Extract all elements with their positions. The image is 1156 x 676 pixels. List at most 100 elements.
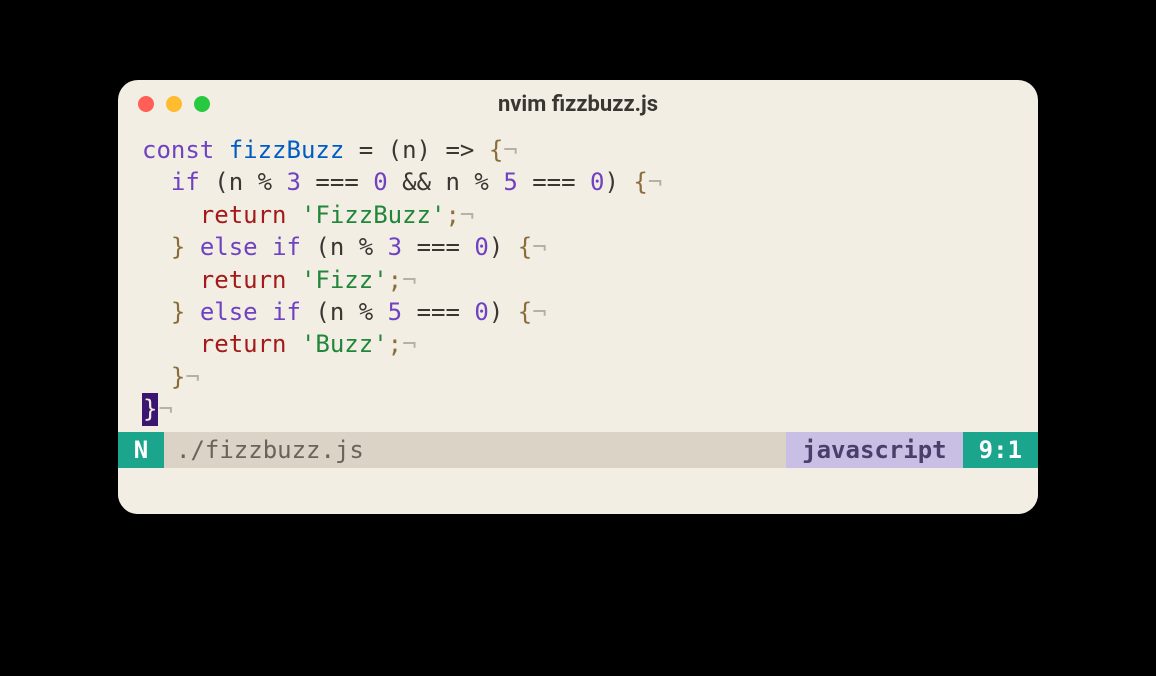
code-token: [142, 168, 171, 196]
code-token: [373, 298, 387, 326]
code-token: ): [604, 168, 633, 196]
code-token: {: [489, 136, 503, 164]
code-token: }: [142, 393, 158, 425]
code-token: else: [200, 298, 258, 326]
code-token: ¬: [532, 233, 546, 261]
code-token: [474, 136, 488, 164]
code-token: [373, 233, 387, 261]
code-token: 0: [373, 168, 387, 196]
code-token: ===: [315, 168, 358, 196]
code-token: [142, 298, 171, 326]
code-token: [359, 168, 373, 196]
statusbar-position: 9:1: [963, 432, 1038, 468]
maximize-icon[interactable]: [194, 96, 210, 112]
code-token: 3: [287, 168, 301, 196]
traffic-lights: [138, 96, 210, 112]
code-token: 0: [474, 298, 488, 326]
code-token: }: [171, 298, 185, 326]
code-token: [388, 168, 402, 196]
code-token: [287, 330, 301, 358]
code-token: 0: [474, 233, 488, 261]
code-token: (n: [301, 233, 359, 261]
code-token: ): [489, 233, 518, 261]
code-token: &&: [402, 168, 431, 196]
code-token: ;: [445, 201, 459, 229]
window-padding: [118, 468, 1038, 514]
code-token: %: [474, 168, 488, 196]
code-token: n: [431, 168, 474, 196]
code-token: 'Fizz': [301, 266, 388, 294]
code-token: [287, 201, 301, 229]
code-token: [185, 233, 199, 261]
code-token: [142, 363, 171, 391]
code-token: [344, 136, 358, 164]
code-token: fizzBuzz: [229, 136, 345, 164]
code-token: ;: [388, 266, 402, 294]
code-token: [301, 168, 315, 196]
code-token: ): [489, 298, 518, 326]
code-token: ¬: [648, 168, 662, 196]
code-token: %: [258, 168, 272, 196]
code-token: [272, 168, 286, 196]
code-token: if: [272, 298, 301, 326]
code-token: }: [171, 233, 185, 261]
code-token: ¬: [503, 136, 517, 164]
code-token: [460, 298, 474, 326]
code-token: return: [200, 201, 287, 229]
code-token: if: [272, 233, 301, 261]
minimize-icon[interactable]: [166, 96, 182, 112]
code-token: ¬: [402, 330, 416, 358]
code-line: }¬: [142, 361, 1014, 393]
code-token: [489, 168, 503, 196]
code-token: return: [200, 266, 287, 294]
code-line: } else if (n % 3 === 0) {¬: [142, 231, 1014, 263]
code-token: ===: [532, 168, 575, 196]
code-token: }: [171, 363, 185, 391]
code-token: 0: [590, 168, 604, 196]
code-editor[interactable]: const fizzBuzz = (n) => {¬ if (n % 3 ===…: [118, 124, 1038, 426]
code-token: 5: [388, 298, 402, 326]
code-token: (n: [301, 298, 359, 326]
code-token: ¬: [402, 266, 416, 294]
code-token: [287, 266, 301, 294]
code-token: =>: [445, 136, 474, 164]
code-line: if (n % 3 === 0 && n % 5 === 0) {¬: [142, 166, 1014, 198]
code-token: 5: [503, 168, 517, 196]
code-token: ¬: [532, 298, 546, 326]
code-token: if: [171, 168, 200, 196]
statusbar-language: javascript: [786, 432, 963, 468]
statusbar-mode: N: [118, 432, 164, 468]
close-icon[interactable]: [138, 96, 154, 112]
code-token: ¬: [158, 395, 172, 423]
code-token: {: [633, 168, 647, 196]
code-token: [402, 233, 416, 261]
statusbar-file: ./fizzbuzz.js: [164, 432, 786, 468]
code-token: [214, 136, 228, 164]
code-token: [518, 168, 532, 196]
code-line: }¬: [142, 393, 1014, 425]
terminal-window: nvim fizzbuzz.js const fizzBuzz = (n) =>…: [118, 80, 1038, 514]
code-token: [142, 330, 200, 358]
code-token: ===: [417, 298, 460, 326]
code-token: ===: [417, 233, 460, 261]
code-token: [258, 233, 272, 261]
code-token: (n): [373, 136, 445, 164]
window-title: nvim fizzbuzz.js: [118, 92, 1038, 117]
code-token: %: [359, 233, 373, 261]
code-token: %: [359, 298, 373, 326]
code-line: } else if (n % 5 === 0) {¬: [142, 296, 1014, 328]
code-token: ¬: [185, 363, 199, 391]
code-token: ¬: [460, 201, 474, 229]
code-token: [258, 298, 272, 326]
code-token: const: [142, 136, 214, 164]
code-token: 3: [388, 233, 402, 261]
code-token: [185, 298, 199, 326]
code-line: return 'Buzz';¬: [142, 328, 1014, 360]
code-token: [142, 233, 171, 261]
code-token: 'FizzBuzz': [301, 201, 446, 229]
code-line: const fizzBuzz = (n) => {¬: [142, 134, 1014, 166]
code-token: {: [518, 233, 532, 261]
code-token: else: [200, 233, 258, 261]
code-token: ;: [388, 330, 402, 358]
code-token: {: [518, 298, 532, 326]
